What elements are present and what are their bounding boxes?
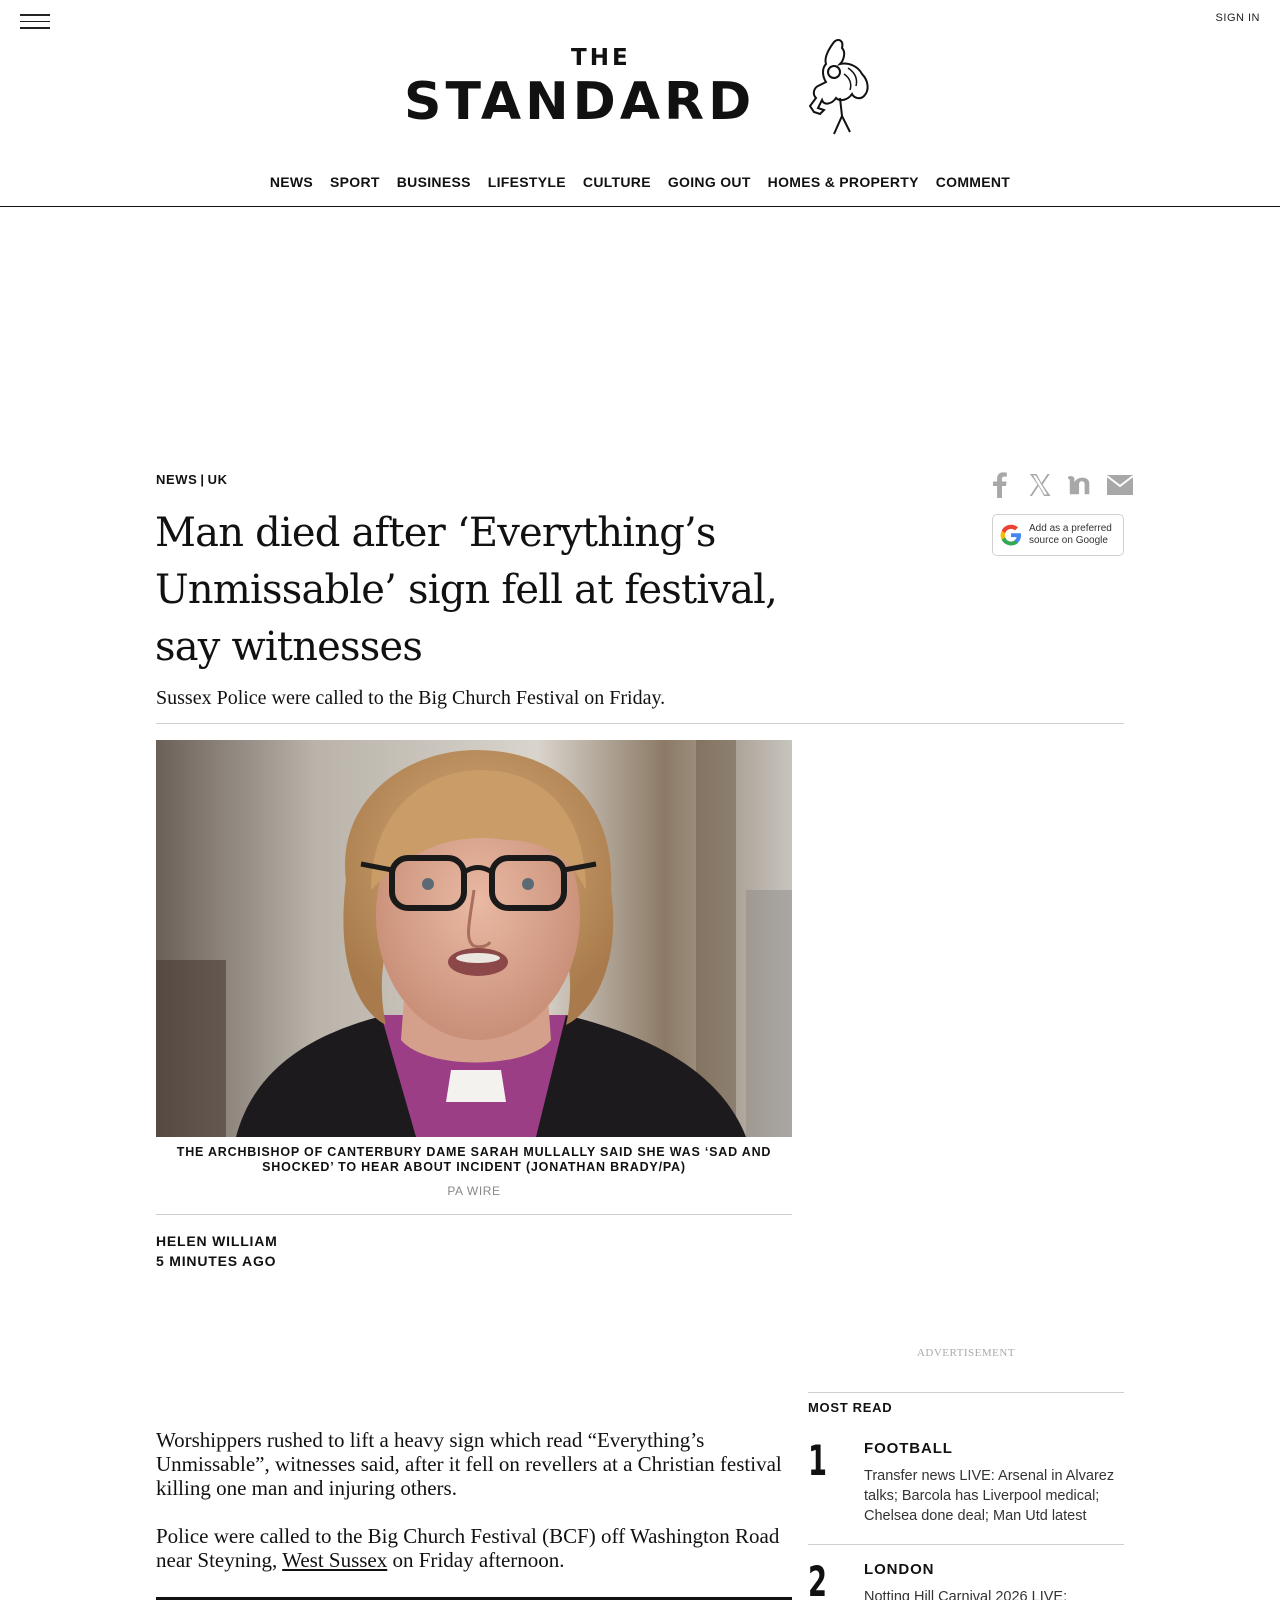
divider (808, 1392, 1124, 1393)
most-read-category: FOOTBALL (864, 1440, 953, 1457)
most-read-heading: MOST READ (808, 1400, 893, 1415)
divider (156, 1214, 792, 1215)
nav-culture[interactable]: CULTURE (574, 174, 659, 190)
image-credit: PA WIRE (447, 1184, 501, 1198)
nav-lifestyle[interactable]: LIFESTYLE (479, 174, 574, 190)
flipboard-icon[interactable] (1067, 472, 1093, 498)
breadcrumb: NEWS | UK (156, 472, 228, 487)
article-paragraph: Police were called to the Big Church Fes… (156, 1524, 796, 1572)
most-read-link[interactable]: Transfer news LIVE: Arsenal in Alvarez t… (864, 1466, 1126, 1526)
breadcrumb-section[interactable]: NEWS (156, 472, 197, 487)
cherub-logo-icon (808, 39, 869, 135)
most-read-link[interactable]: Notting Hill Carnival 2026 LIVE: (864, 1587, 1126, 1600)
google-badge-line1: Add as a preferred (1029, 523, 1112, 534)
publish-time: 5 MINUTES AGO (156, 1253, 277, 1269)
most-read-category: LONDON (864, 1561, 935, 1578)
email-icon[interactable] (1107, 472, 1133, 498)
image-caption: THE ARCHBISHOP OF CANTERBURY DAME SARAH … (176, 1145, 772, 1174)
google-icon (1000, 524, 1021, 546)
divider (808, 1544, 1124, 1545)
nav-going-out[interactable]: GOING OUT (659, 174, 759, 190)
article-paragraph: Worshippers rushed to lift a heavy sign … (156, 1428, 782, 1500)
facebook-icon[interactable] (987, 472, 1013, 498)
article-standfirst: Sussex Police were called to the Big Chu… (156, 687, 666, 709)
site-header: SIGN IN THE STANDARD NEWS SPORT BUSINESS… (0, 0, 1280, 207)
nav-news[interactable]: NEWS (261, 174, 321, 190)
author-name[interactable]: HELEN WILLIAM (156, 1233, 278, 1249)
logo-the: THE (571, 45, 631, 71)
google-badge-line2: source on Google (1029, 535, 1108, 546)
breadcrumb-subsection[interactable]: UK (208, 472, 228, 487)
article-headline: Man died after ‘Everything’s Unmissable’… (155, 510, 778, 670)
paragraph-text: on Friday afternoon. (387, 1548, 565, 1572)
main-nav: NEWS SPORT BUSINESS LIFESTYLE CULTURE GO… (0, 174, 1280, 190)
sign-in-link[interactable]: SIGN IN (1216, 12, 1260, 24)
site-logo[interactable]: THE STANDARD (400, 38, 880, 138)
nav-homes-property[interactable]: HOMES & PROPERTY (759, 174, 927, 190)
menu-icon[interactable] (20, 14, 50, 32)
google-preferred-source-button[interactable]: Add as a preferred source on Google (992, 514, 1124, 556)
advertisement-label: ADVERTISEMENT (916, 1347, 1016, 1359)
west-sussex-link[interactable]: West Sussex (282, 1548, 387, 1572)
nav-sport[interactable]: SPORT (322, 174, 389, 190)
nav-business[interactable]: BUSINESS (388, 174, 479, 190)
logo-name: STANDARD (404, 72, 756, 132)
rank-number: 1 (808, 1436, 828, 1485)
article-hero-image[interactable] (156, 740, 792, 1137)
rank-number: 2 (808, 1557, 828, 1600)
google-badge-label: Add as a preferred source on Google (1029, 523, 1112, 547)
share-bar (987, 472, 1133, 498)
nav-comment[interactable]: COMMENT (927, 174, 1018, 190)
x-icon[interactable] (1027, 472, 1053, 498)
divider (156, 723, 1124, 724)
